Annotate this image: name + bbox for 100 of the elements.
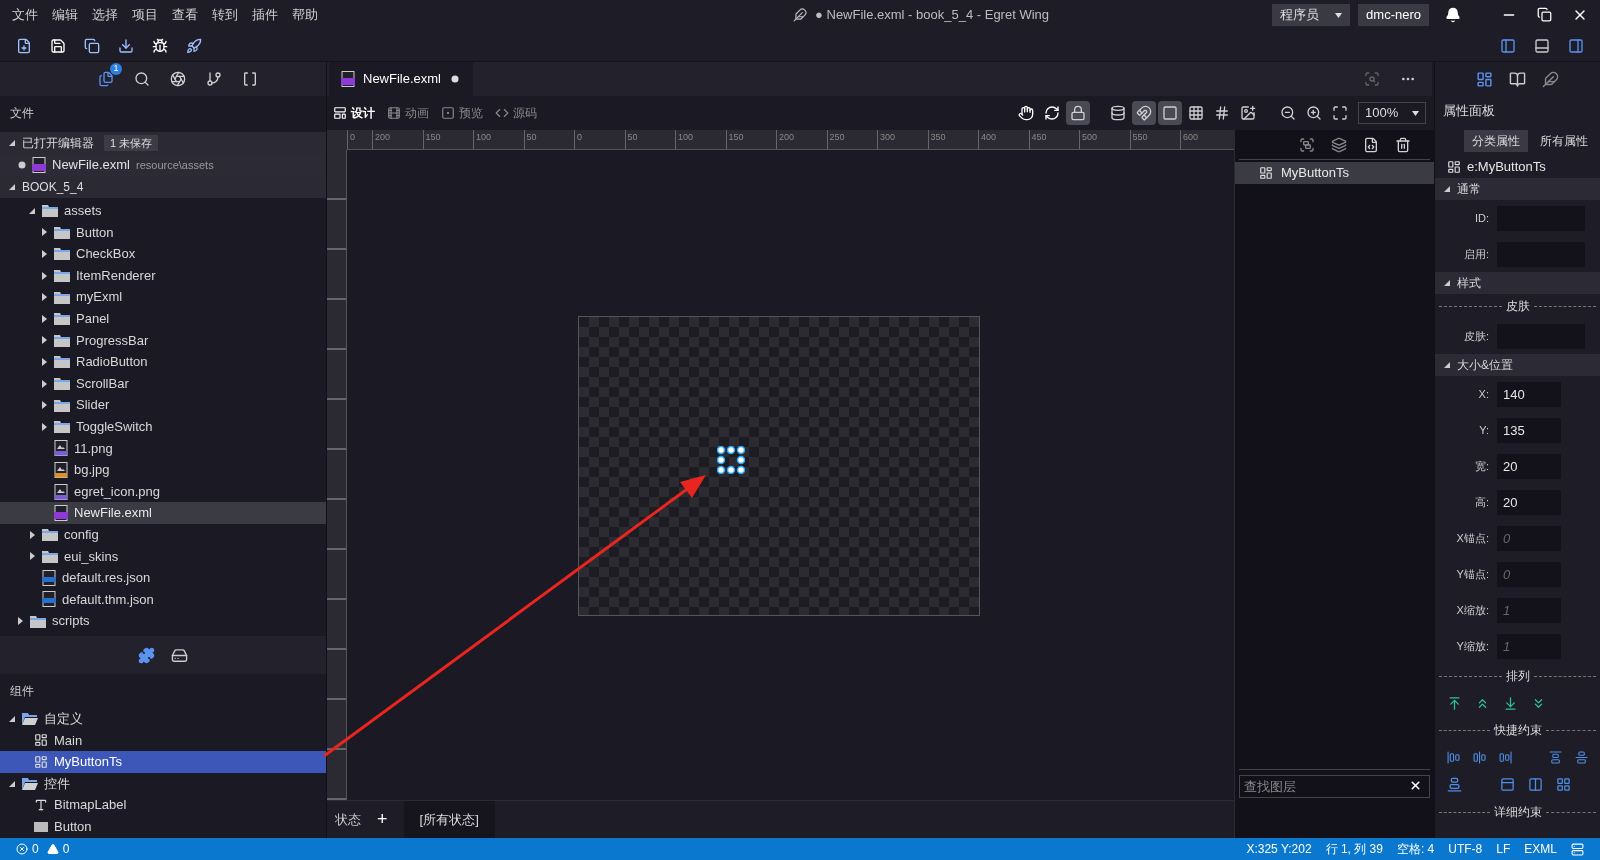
- tree-item[interactable]: Button: [0, 815, 326, 838]
- collapsed-arrow-icon[interactable]: [40, 336, 48, 345]
- tree-item[interactable]: Panel: [0, 307, 326, 330]
- send-to-back-icon[interactable]: [1503, 695, 1518, 711]
- tree-item[interactable]: ItemRenderer: [0, 264, 326, 287]
- align-left-icon[interactable]: [1447, 750, 1461, 765]
- collapsed-arrow-icon[interactable]: [28, 552, 36, 561]
- magnet-icon[interactable]: [1132, 101, 1156, 125]
- restore-icon[interactable]: [1537, 7, 1552, 22]
- property-field[interactable]: 135: [1497, 417, 1561, 443]
- add-state-button[interactable]: +: [369, 806, 396, 833]
- user-button[interactable]: dmc-nero: [1358, 4, 1429, 26]
- fill-icon[interactable]: [1556, 777, 1571, 792]
- server-icon[interactable]: [1571, 842, 1584, 856]
- align-center-icon[interactable]: [1473, 750, 1487, 765]
- tree-item[interactable]: NewFile.exml: [0, 502, 326, 524]
- tree-item[interactable]: eui_skins: [0, 545, 326, 568]
- tree-item[interactable]: 11.png: [0, 437, 326, 460]
- fill-width-icon[interactable]: [1500, 777, 1515, 792]
- error-count[interactable]: 0: [32, 840, 39, 858]
- property-field[interactable]: 20: [1497, 489, 1561, 515]
- property-field[interactable]: 0: [1497, 525, 1561, 551]
- expanded-arrow-icon[interactable]: [1443, 185, 1451, 193]
- fill-height-icon[interactable]: [1528, 777, 1543, 792]
- menu-item[interactable]: 插件: [250, 5, 280, 25]
- status-item[interactable]: EXML: [1524, 840, 1557, 858]
- align-middle-icon[interactable]: [1574, 750, 1589, 765]
- tree-item[interactable]: ProgressBar: [0, 329, 326, 352]
- property-field[interactable]: 20: [1497, 453, 1561, 479]
- expanded-arrow-icon[interactable]: [1443, 279, 1451, 287]
- error-icon[interactable]: [16, 843, 28, 855]
- status-item[interactable]: UTF-8: [1448, 840, 1483, 858]
- menu-item[interactable]: 编辑: [50, 5, 80, 25]
- section-header[interactable]: 已打开编辑器 1 未保存: [0, 132, 326, 154]
- view-tab[interactable]: 动画: [387, 104, 429, 122]
- editor-tab[interactable]: NewFile.exml: [329, 62, 473, 96]
- status-item[interactable]: LF: [1496, 840, 1511, 858]
- expanded-arrow-icon[interactable]: [8, 183, 16, 191]
- expanded-arrow-icon[interactable]: [1443, 361, 1451, 369]
- drive-icon[interactable]: [171, 646, 188, 664]
- notification-bell-icon[interactable]: [1445, 7, 1461, 23]
- menu-item[interactable]: 帮助: [290, 5, 320, 25]
- collapsed-arrow-icon[interactable]: [40, 314, 48, 323]
- collapsed-arrow-icon[interactable]: [40, 379, 48, 388]
- tree-item[interactable]: BitmapLabel: [0, 794, 326, 816]
- collapsed-arrow-icon[interactable]: [40, 250, 48, 258]
- expanded-arrow-icon[interactable]: [8, 139, 16, 147]
- tree-item[interactable]: MyButtonTs: [0, 751, 326, 773]
- menu-item[interactable]: 选择: [90, 5, 120, 25]
- zoom-select[interactable]: 100%: [1358, 102, 1426, 124]
- puzzle-icon[interactable]: [138, 646, 155, 664]
- collapsed-arrow-icon[interactable]: [40, 357, 48, 366]
- property-field[interactable]: 1: [1497, 597, 1561, 623]
- tree-item[interactable]: scripts: [0, 610, 326, 632]
- tree-item[interactable]: ToggleSwitch: [0, 415, 326, 438]
- expanded-arrow-icon[interactable]: [8, 779, 16, 788]
- view-tab[interactable]: 预览: [441, 104, 483, 122]
- collapsed-arrow-icon[interactable]: [40, 293, 48, 302]
- align-bottom-icon[interactable]: [1447, 777, 1462, 792]
- tree-item[interactable]: egret_icon.png: [0, 480, 326, 503]
- expanded-arrow-icon[interactable]: [8, 714, 16, 723]
- status-item[interactable]: 行 1, 列 39: [1325, 840, 1383, 858]
- menu-item[interactable]: 查看: [170, 5, 200, 25]
- tree-item[interactable]: default.res.json: [0, 567, 326, 589]
- property-tab[interactable]: 分类属性: [1464, 130, 1528, 152]
- menu-item[interactable]: 转到: [210, 5, 240, 25]
- view-tab[interactable]: 源码: [495, 104, 537, 122]
- collapsed-arrow-icon[interactable]: [40, 422, 48, 431]
- feather-icon[interactable]: [1542, 70, 1559, 88]
- tree-item[interactable]: CheckBox: [0, 243, 326, 265]
- properties-icon[interactable]: [1476, 70, 1493, 88]
- layer-search-field[interactable]: 查找图层: [1239, 775, 1430, 798]
- state-tab[interactable]: [所有状态]: [403, 801, 495, 838]
- tree-item[interactable]: myExml: [0, 286, 326, 308]
- property-tab[interactable]: 所有属性: [1532, 130, 1596, 152]
- tree-item[interactable]: Main: [0, 729, 326, 752]
- property-field[interactable]: 0: [1497, 561, 1561, 587]
- warning-count[interactable]: 0: [62, 840, 70, 858]
- tree-item[interactable]: Slider: [0, 394, 326, 416]
- clear-icon[interactable]: [1409, 779, 1422, 792]
- tree-item[interactable]: ScrollBar: [0, 372, 326, 395]
- section-header[interactable]: 大小&位置: [1435, 354, 1600, 376]
- tree-item[interactable]: default.thm.json: [0, 588, 326, 611]
- menu-item[interactable]: 项目: [130, 5, 160, 25]
- view-tab[interactable]: 设计: [333, 104, 375, 122]
- status-item[interactable]: 空格: 4: [1396, 840, 1435, 858]
- menu-item[interactable]: 文件: [10, 5, 40, 25]
- section-header[interactable]: 样式: [1435, 272, 1600, 294]
- collapsed-arrow-icon[interactable]: [40, 271, 48, 280]
- property-field[interactable]: 140: [1497, 381, 1561, 407]
- selected-button-handles[interactable]: [717, 446, 745, 474]
- open-file-item[interactable]: NewFile.exml resource\assets: [0, 154, 326, 176]
- collapsed-arrow-icon[interactable]: [28, 530, 36, 539]
- collapsed-arrow-icon[interactable]: [40, 228, 48, 237]
- property-field[interactable]: 1: [1497, 633, 1561, 659]
- tree-item[interactable]: RadioButton: [0, 351, 326, 373]
- collapsed-arrow-icon[interactable]: [40, 401, 48, 410]
- align-top-icon[interactable]: [1548, 750, 1562, 765]
- book-icon[interactable]: [1509, 70, 1526, 88]
- tree-item[interactable]: config: [0, 523, 326, 546]
